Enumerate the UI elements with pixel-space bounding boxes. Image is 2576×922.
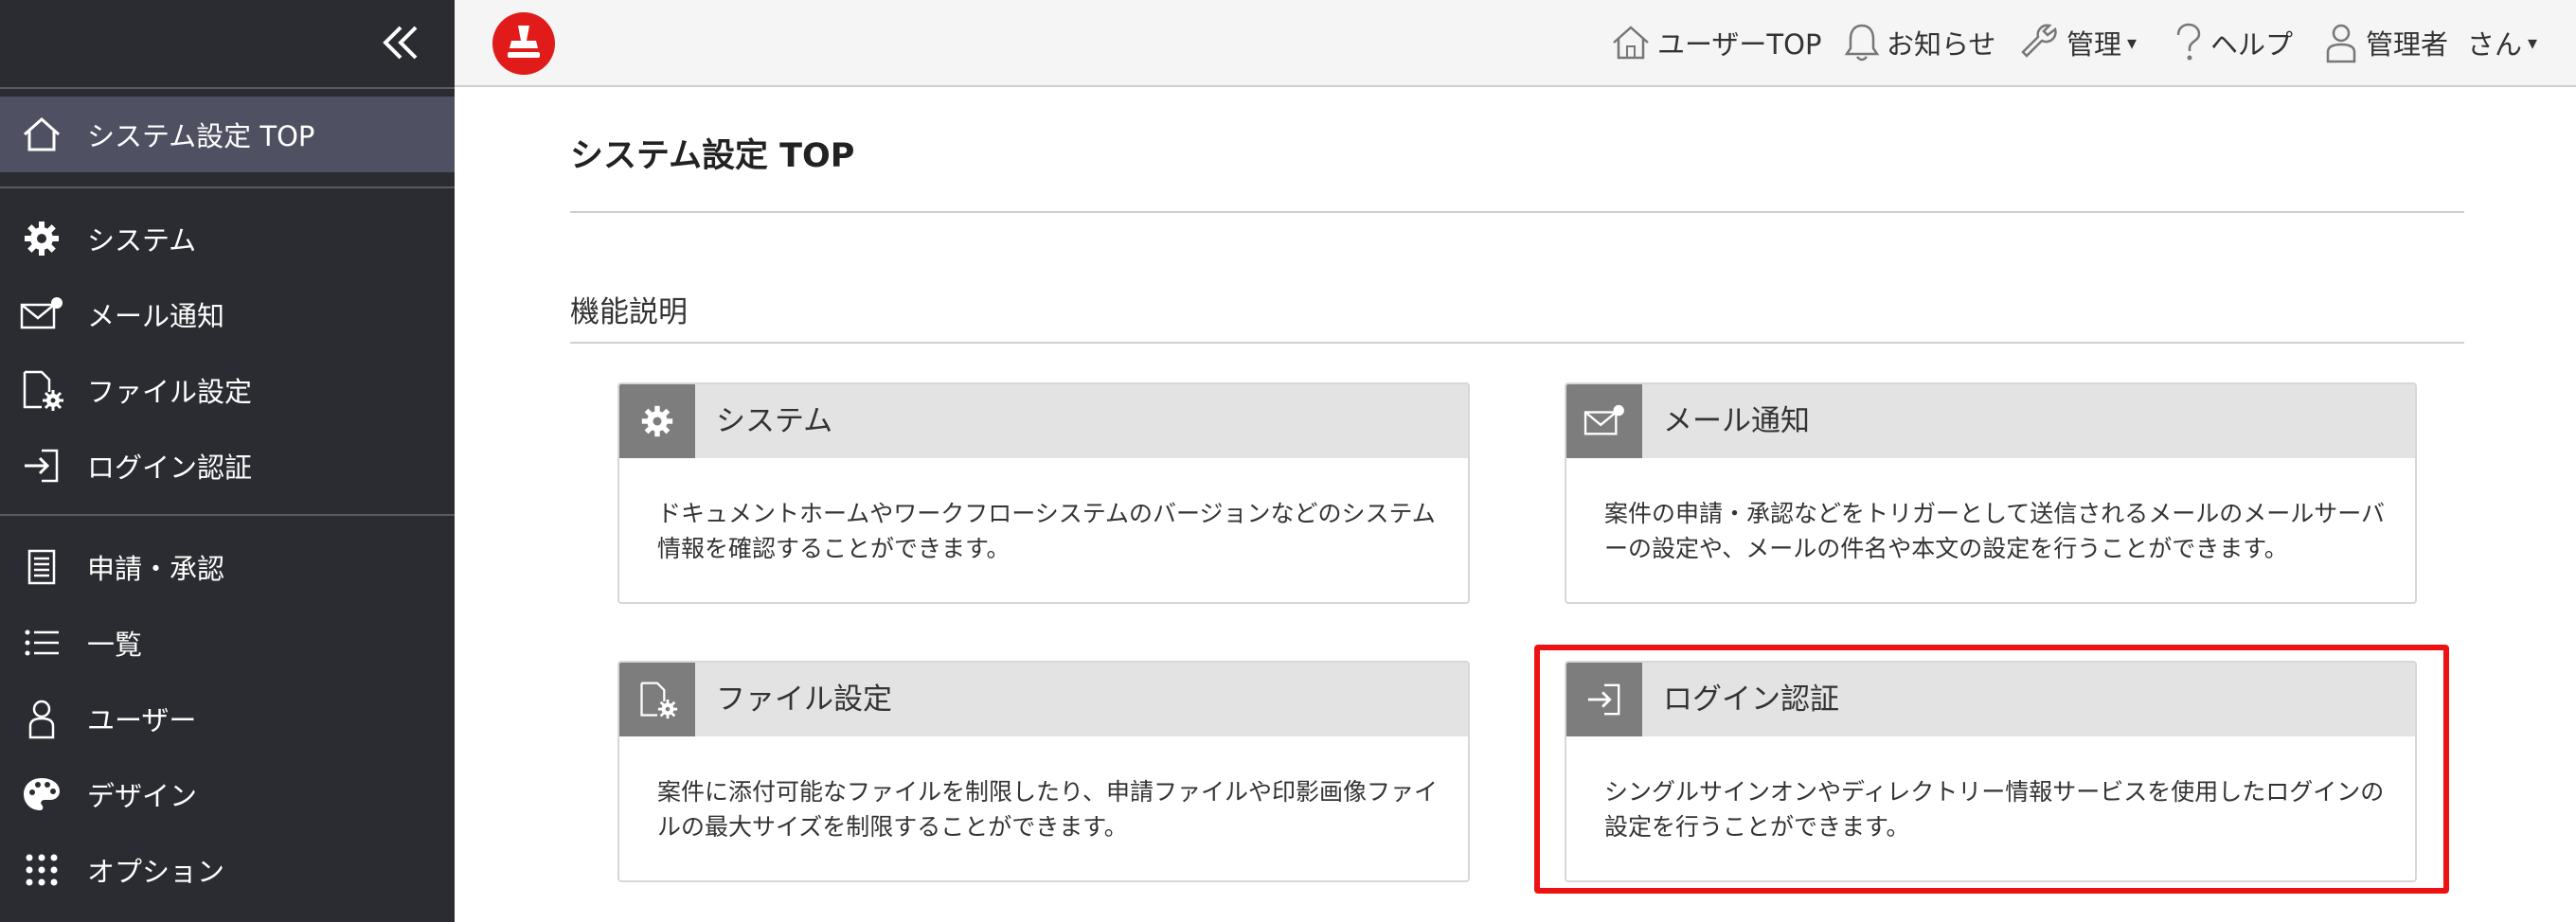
app-logo[interactable] <box>492 12 555 75</box>
file-settings-icon <box>13 367 70 413</box>
sidebar-item-system-settings-top[interactable]: システム設定 TOP <box>0 97 455 172</box>
notices-link[interactable]: お知らせ <box>1843 0 1995 85</box>
sidebar-item-file-settings[interactable]: ファイル設定 <box>0 352 455 428</box>
mail-notify-icon <box>13 292 70 337</box>
sidebar: システム設定 TOP システム メール通知 ファイル設定 ログイン認証 申請・承… <box>0 0 455 922</box>
sidebar-divider <box>0 514 455 516</box>
sidebar-item-label: 申請・承認 <box>87 553 225 585</box>
card-header: メール通知 <box>1566 384 2415 458</box>
sidebar-item-label: システム設定 TOP <box>87 120 315 152</box>
home-icon <box>13 112 70 157</box>
sidebar-divider <box>0 186 455 188</box>
sidebar-item-label: ユーザー <box>87 704 197 736</box>
card-title: ファイル設定 <box>716 683 892 717</box>
card-title: システム <box>716 404 833 438</box>
sidebar-item-label: デザイン <box>87 780 198 812</box>
page-title: システム設定 TOP <box>570 137 855 175</box>
collapse-sidebar-button[interactable] <box>375 17 426 68</box>
admin-label: 管理 <box>2066 28 2122 61</box>
section-title: 機能説明 <box>570 295 688 329</box>
card-description: シングルサインオンやディレクトリー情報サービスを使用したログインの設定を行うこと… <box>1604 778 2385 841</box>
list-icon <box>13 620 70 665</box>
stamp-logo-icon <box>492 12 555 75</box>
gear-icon <box>13 216 70 261</box>
card-header: ファイル設定 <box>619 663 1468 736</box>
card-header: システム <box>619 384 1468 458</box>
file-settings-icon <box>619 663 695 736</box>
card-title: メール通知 <box>1663 404 1810 438</box>
title-divider <box>570 211 2464 213</box>
card-login-auth[interactable]: ログイン認証 シングルサインオンやディレクトリー情報サービスを使用したログインの… <box>1565 661 2417 882</box>
sidebar-item-options[interactable]: オプション <box>0 832 455 908</box>
sidebar-item-label: メール通知 <box>87 300 225 332</box>
card-header: ログイン認証 <box>1566 663 2415 736</box>
user-top-label: ユーザーTOP <box>1657 28 1822 61</box>
card-description: 案件の申請・承認などをトリガーとして送信されるメールのメールサーバーの設定や、メ… <box>1604 500 2386 562</box>
document-icon <box>13 544 70 590</box>
user-icon <box>13 696 70 741</box>
login-icon <box>1566 663 1642 736</box>
bell-icon <box>1844 24 1880 62</box>
notices-label: お知らせ <box>1887 28 1996 61</box>
card-title: ログイン認証 <box>1663 683 1839 717</box>
card-system[interactable]: システム ドキュメントホームやワークフローシステムのバージョンなどのシステム情報… <box>617 382 1470 604</box>
card-description: ドキュメントホームやワークフローシステムのバージョンなどのシステム情報を確認する… <box>657 500 1436 562</box>
sidebar-divider <box>0 87 455 89</box>
help-link[interactable]: ヘルプ <box>2171 0 2293 85</box>
sidebar-item-label: システム <box>87 224 197 257</box>
chevron-down-icon: ▾ <box>2127 31 2138 54</box>
user-name: 管理者 <box>2366 28 2449 61</box>
sidebar-item-user[interactable]: ユーザー <box>0 681 455 756</box>
sidebar-item-system[interactable]: システム <box>0 201 455 276</box>
user-icon <box>2326 24 2356 63</box>
help-label: ヘルプ <box>2210 28 2294 61</box>
user-menu[interactable]: 管理者 さん ▾ <box>2322 0 2537 85</box>
login-icon <box>13 443 70 488</box>
wrench-icon <box>2021 24 2057 58</box>
mail-notify-icon <box>1566 384 1642 458</box>
sidebar-item-label: 一覧 <box>87 629 143 661</box>
sidebar-item-design[interactable]: デザイン <box>0 756 455 832</box>
sidebar-item-application-approval[interactable]: 申請・承認 <box>0 529 455 605</box>
home-icon <box>1613 26 1649 60</box>
grid-icon <box>13 847 70 893</box>
sidebar-item-label: ファイル設定 <box>87 376 253 408</box>
question-icon <box>2176 23 2201 61</box>
user-suffix: さん <box>2467 28 2523 61</box>
double-chevron-left-icon <box>383 26 418 60</box>
top-bar: ユーザーTOP お知らせ 管理 ▾ ヘルプ 管理者 さん ▾ <box>455 0 2576 87</box>
card-mail-notify[interactable]: メール通知 案件の申請・承認などをトリガーとして送信されるメールのメールサーバー… <box>1565 382 2417 604</box>
card-file-settings[interactable]: ファイル設定 案件に添付可能なファイルを制限したり、申請ファイルや印影画像ファイ… <box>617 661 1470 882</box>
user-top-link[interactable]: ユーザーTOP <box>1610 0 1821 85</box>
card-description: 案件に添付可能なファイルを制限したり、申請ファイルや印影画像ファイルの最大サイズ… <box>657 778 1439 841</box>
sidebar-item-label: ログイン認証 <box>87 452 253 484</box>
chevron-down-icon: ▾ <box>2528 31 2538 54</box>
palette-icon <box>13 771 70 817</box>
sidebar-item-mail-notify[interactable]: メール通知 <box>0 276 455 352</box>
section-divider <box>570 342 2464 344</box>
sidebar-item-login-auth[interactable]: ログイン認証 <box>0 428 455 504</box>
gear-icon <box>619 384 695 458</box>
admin-menu[interactable]: 管理 ▾ <box>2019 0 2137 85</box>
sidebar-item-list[interactable]: 一覧 <box>0 605 455 681</box>
sidebar-item-label: オプション <box>87 856 225 888</box>
